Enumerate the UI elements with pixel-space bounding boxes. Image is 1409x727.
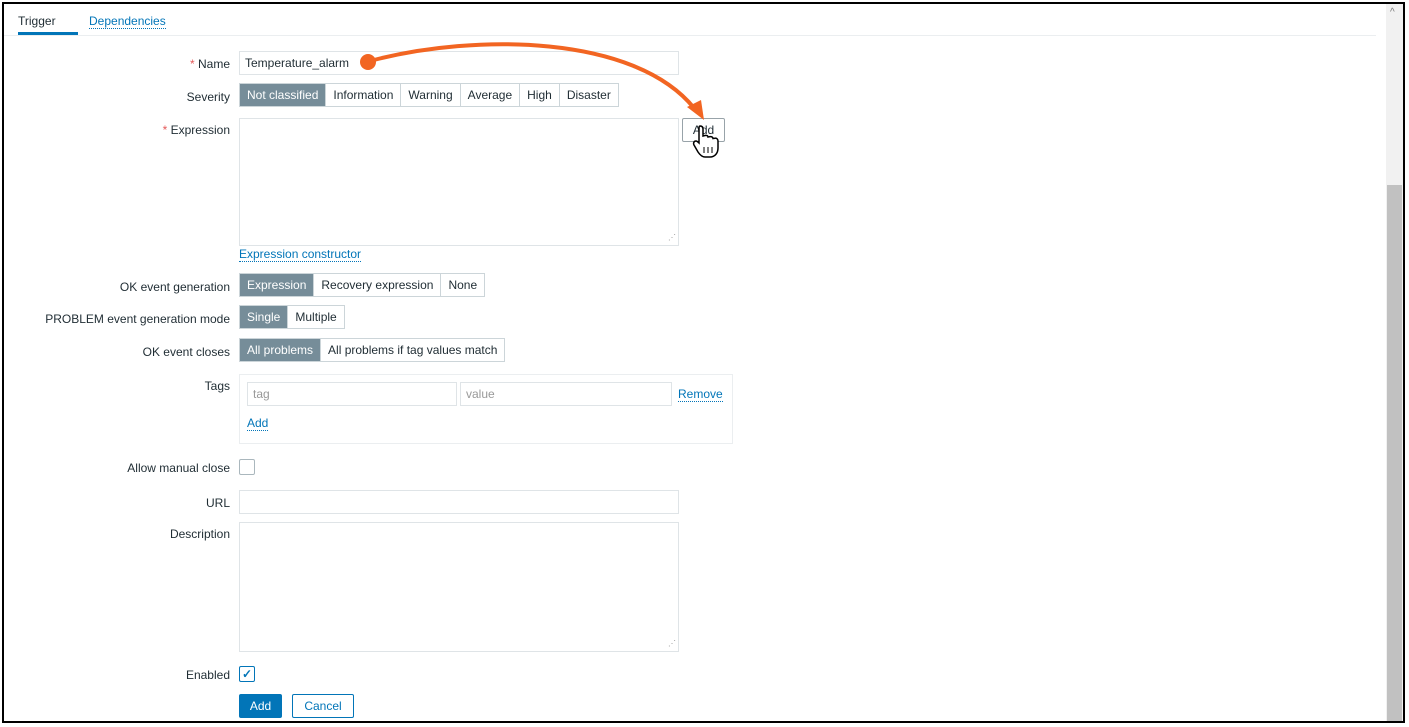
- expression-textarea[interactable]: [239, 118, 679, 246]
- enabled-label: Enabled: [185, 668, 230, 682]
- severity-warning[interactable]: Warning: [401, 84, 461, 106]
- scroll-up-icon[interactable]: ^: [1390, 8, 1395, 18]
- tag-add-link[interactable]: Add: [247, 416, 269, 431]
- tab-dependencies[interactable]: Dependencies: [89, 14, 166, 29]
- tab-trigger[interactable]: Trigger: [18, 14, 56, 28]
- ok-event-closes-selector: All problems All problems if tag values …: [239, 338, 506, 362]
- severity-label: Severity: [186, 90, 230, 104]
- severity-selector: Not classified Information Warning Avera…: [239, 83, 619, 107]
- cancel-button[interactable]: Cancel: [292, 694, 354, 718]
- ok-gen-expression[interactable]: Expression: [240, 274, 315, 296]
- tutorial-annotation: [360, 42, 719, 158]
- severity-high[interactable]: High: [520, 84, 560, 106]
- tags-label: Tags: [204, 379, 230, 393]
- problem-mode-selector: Single Multiple: [239, 305, 345, 329]
- arrow-head-icon: [687, 100, 704, 120]
- expression-add-button[interactable]: Add: [682, 118, 725, 142]
- severity-disaster[interactable]: Disaster: [559, 84, 618, 106]
- resize-grip-icon[interactable]: ⋰: [668, 639, 676, 648]
- severity-not-classified[interactable]: Not classified: [240, 84, 327, 106]
- allow-manual-close-checkbox[interactable]: [239, 459, 255, 475]
- enabled-checkbox[interactable]: ✓: [239, 666, 255, 682]
- tab-divider: [4, 35, 1376, 36]
- add-button[interactable]: Add: [239, 694, 282, 718]
- name-label: * Name: [189, 57, 230, 71]
- name-input[interactable]: [239, 51, 679, 75]
- checkmark-icon: ✓: [242, 667, 253, 681]
- problem-mode-label: PROBLEM event generation mode: [45, 312, 230, 326]
- severity-average[interactable]: Average: [460, 84, 521, 106]
- expression-constructor-link[interactable]: Expression constructor: [239, 247, 362, 262]
- tag-value-input[interactable]: [460, 382, 672, 406]
- resize-grip-icon[interactable]: ⋰: [668, 233, 676, 242]
- url-input[interactable]: [239, 490, 679, 514]
- problem-mode-single[interactable]: Single: [240, 306, 289, 328]
- expression-label: * Expression: [162, 123, 230, 137]
- url-label: URL: [205, 496, 230, 510]
- ok-closes-all-problems[interactable]: All problems: [240, 339, 322, 361]
- ok-closes-tag-match[interactable]: All problems if tag values match: [321, 339, 505, 361]
- vertical-scrollbar[interactable]: ^: [1386, 4, 1403, 721]
- description-label: Description: [169, 527, 230, 541]
- tag-name-input[interactable]: [247, 382, 457, 406]
- ok-event-closes-label: OK event closes: [142, 345, 230, 359]
- description-textarea[interactable]: [239, 522, 679, 652]
- problem-mode-multiple[interactable]: Multiple: [288, 306, 344, 328]
- ok-event-generation-label: OK event generation: [119, 280, 230, 294]
- allow-manual-close-label: Allow manual close: [127, 461, 230, 475]
- ok-gen-recovery-expression[interactable]: Recovery expression: [314, 274, 442, 296]
- ok-event-generation-selector: Expression Recovery expression None: [239, 273, 486, 297]
- severity-information[interactable]: Information: [326, 84, 402, 106]
- tag-remove-link[interactable]: Remove: [678, 387, 723, 402]
- scrollbar-thumb[interactable]: [1387, 185, 1402, 721]
- ok-gen-none[interactable]: None: [441, 274, 485, 296]
- trigger-form-window: Trigger Dependencies * Name Severity Not…: [2, 2, 1405, 723]
